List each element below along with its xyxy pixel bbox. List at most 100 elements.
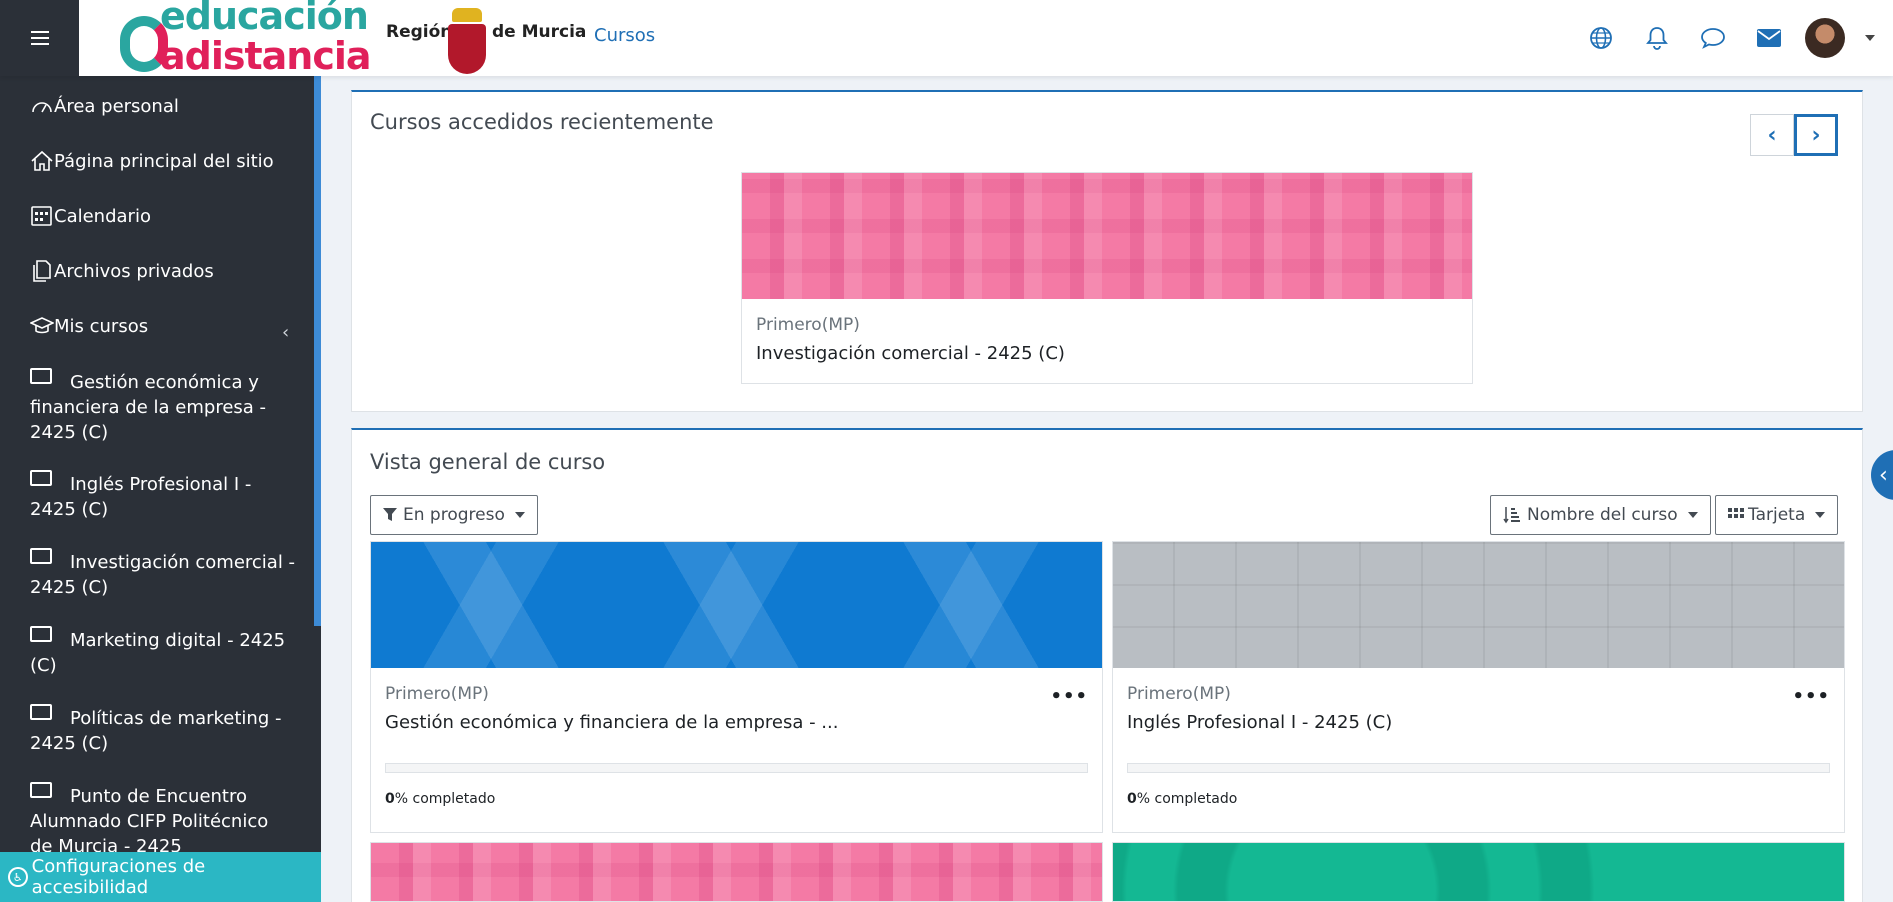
chat-bubble-icon [1701, 28, 1725, 49]
chevron-down-icon [1815, 512, 1826, 518]
view-mode-dropdown[interactable]: Tarjeta [1715, 495, 1839, 535]
course-image[interactable] [1113, 542, 1844, 668]
sidebar-course-label: Investigación comercial - 2425 (C) [30, 552, 296, 598]
course-progress-text: 0% completado [385, 791, 496, 807]
dashboard-icon [32, 102, 52, 113]
sidebar-item-private-files[interactable]: Archivos privados [30, 259, 296, 284]
recent-course-card[interactable]: Primero(MP) Investigación comercial - 24… [741, 172, 1473, 384]
user-menu-chevron-down-icon[interactable] [1865, 35, 1875, 41]
course-overview-title: Vista general de curso [370, 450, 606, 474]
sidebar-course-item[interactable]: Gestión económica y financiera de la emp… [30, 368, 296, 445]
previous-page-button[interactable]: ‹ [1750, 114, 1794, 156]
graduation-cap-icon [30, 317, 54, 334]
mail-button[interactable] [1741, 0, 1797, 76]
course-image[interactable] [371, 542, 1102, 668]
region-label-left: Región [386, 22, 453, 42]
folder-icon [30, 704, 52, 720]
sort-dropdown[interactable]: Nombre del curso [1490, 495, 1711, 535]
sidebar-course-item[interactable]: Inglés Profesional I - 2425 (C) [30, 470, 296, 522]
chevron-right-icon: › [1811, 122, 1821, 148]
course-card[interactable] [370, 842, 1103, 902]
chevron-down-icon [514, 512, 525, 518]
next-page-button[interactable]: › [1794, 114, 1838, 156]
sidebar-item-label: Mis cursos [54, 316, 149, 337]
collapse-chevron-left-icon[interactable]: ‹ [282, 322, 289, 343]
filter-label: En progreso [403, 505, 505, 525]
course-actions-more-icon[interactable]: ••• [1792, 686, 1830, 707]
course-name-link[interactable]: Investigación comercial - 2425 (C) [756, 343, 1472, 364]
folder-icon [30, 548, 52, 564]
logo-line-1: educación [160, 0, 369, 38]
course-category: Primero(MP) [385, 684, 489, 704]
navbar-actions [1573, 0, 1893, 76]
course-progress-bar [385, 763, 1088, 773]
sidebar-course-label: Punto de Encuentro Alumnado CIFP Politéc… [30, 786, 269, 857]
user-avatar[interactable] [1805, 18, 1845, 58]
sidebar-item-mis-cursos[interactable]: Mis cursos [30, 314, 296, 339]
calendar-icon [31, 206, 52, 226]
grouping-filter-dropdown[interactable]: En progreso [370, 495, 538, 535]
messages-drawer-button[interactable] [1685, 0, 1741, 76]
region-label-right: de Murcia [492, 22, 587, 42]
files-icon [33, 260, 51, 282]
envelope-icon [1757, 29, 1781, 47]
coat-of-arms-icon [447, 8, 487, 74]
course-actions-more-icon[interactable]: ••• [1050, 686, 1088, 707]
sidebar-scrollbar[interactable] [314, 76, 321, 626]
sidebar-course-item[interactable]: Marketing digital - 2425 (C) [30, 626, 296, 678]
sidebar-course-label: Inglés Profesional I - 2425 (C) [30, 474, 252, 520]
bell-icon [1646, 27, 1668, 50]
sidebar-course-item[interactable]: Punto de Encuentro Alumnado CIFP Politéc… [30, 782, 296, 859]
accessibility-settings-button[interactable]: ♿ Configuraciones de accesibilidad [0, 852, 321, 902]
sidebar-item-label: Área personal [54, 96, 179, 117]
sidebar-course-label: Políticas de marketing - 2425 (C) [30, 708, 282, 754]
logo-line-2: adistancia [160, 34, 372, 78]
course-card[interactable] [1112, 842, 1845, 902]
home-icon [31, 150, 53, 171]
notifications-button[interactable] [1629, 0, 1685, 76]
course-card[interactable]: ••• Primero(MP) Inglés Profesional I - 2… [1112, 541, 1845, 833]
left-drawer: Área personal Página principal del sitio… [0, 76, 321, 902]
globe-icon [1590, 27, 1612, 49]
accessibility-icon: ♿ [8, 867, 28, 887]
menu-toggle-button[interactable] [0, 0, 79, 76]
sort-label: Nombre del curso [1527, 505, 1678, 525]
sidebar-item-label: Página principal del sitio [54, 151, 274, 172]
course-image[interactable] [1113, 843, 1844, 901]
grid-icon [1728, 508, 1744, 518]
sidebar-course-item[interactable]: Políticas de marketing - 2425 (C) [30, 704, 296, 756]
site-logo[interactable]: educación adistancia [118, 0, 378, 78]
sidebar-course-label: Marketing digital - 2425 (C) [30, 630, 286, 676]
course-category: Primero(MP) [756, 315, 860, 335]
sidebar-course-item[interactable]: Investigación comercial - 2425 (C) [30, 548, 296, 600]
folder-icon [30, 626, 52, 642]
course-image[interactable] [371, 843, 1102, 901]
accessibility-label: Configuraciones de accesibilidad [31, 856, 206, 898]
sidebar-item-label: Calendario [54, 206, 151, 227]
nav-link-cursos[interactable]: Cursos [594, 25, 655, 46]
folder-icon [30, 368, 52, 384]
chevron-left-icon: ‹ [1879, 462, 1888, 488]
course-name-link[interactable]: Gestión económica y financiera de la emp… [385, 712, 1102, 733]
course-progress-bar [1127, 763, 1830, 773]
chevron-down-icon [1687, 512, 1698, 518]
sidebar-course-label: Gestión económica y financiera de la emp… [30, 372, 267, 443]
course-category: Primero(MP) [1127, 684, 1231, 704]
course-progress-text: 0% completado [1127, 791, 1238, 807]
top-navbar: educación adistancia Región de Murcia Cu… [0, 0, 1893, 78]
folder-icon [30, 782, 52, 798]
sidebar-item-label: Archivos privados [54, 261, 214, 282]
open-block-drawer-button[interactable]: ‹ [1871, 450, 1893, 500]
sidebar-item-area-personal[interactable]: Área personal [30, 94, 296, 119]
course-image[interactable] [742, 173, 1472, 299]
recent-pager: ‹ › [1750, 114, 1838, 156]
sidebar-item-calendar[interactable]: Calendario [30, 204, 296, 229]
view-label: Tarjeta [1748, 505, 1806, 525]
course-card[interactable]: ••• Primero(MP) Gestión económica y fina… [370, 541, 1103, 833]
sidebar-item-home[interactable]: Página principal del sitio [30, 149, 296, 174]
hamburger-icon [30, 31, 49, 45]
sort-icon [1503, 507, 1520, 524]
recent-courses-title: Cursos accedidos recientemente [370, 110, 714, 134]
language-button[interactable] [1573, 0, 1629, 76]
course-name-link[interactable]: Inglés Profesional I - 2425 (C) [1127, 712, 1844, 733]
